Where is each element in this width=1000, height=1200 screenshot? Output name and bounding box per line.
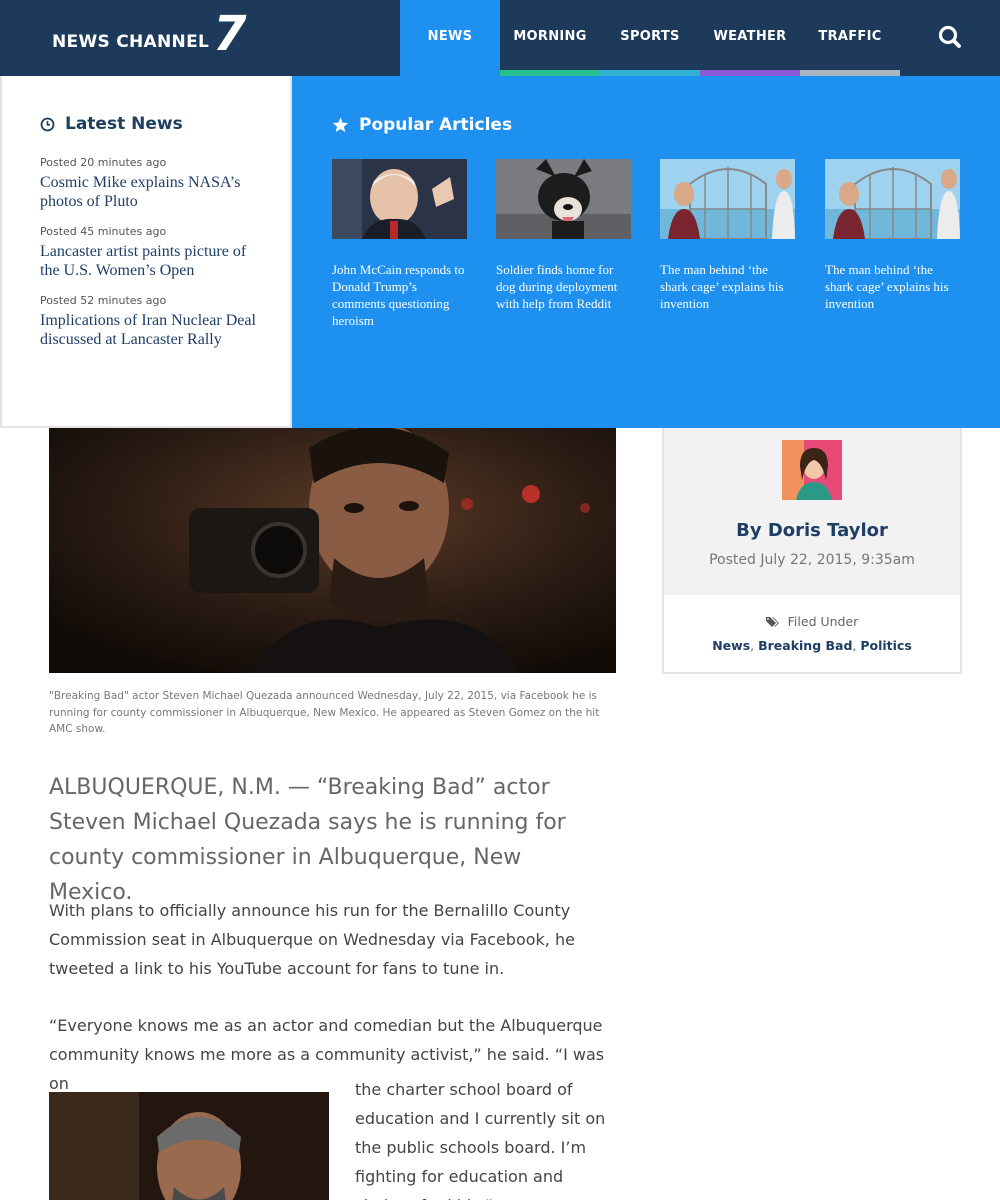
popular-article-card[interactable]: The man behind ‘the shark cage’ explains… bbox=[660, 159, 795, 312]
news-headline[interactable]: Cosmic Mike explains NASA’s photos of Pl… bbox=[40, 173, 260, 211]
star-icon bbox=[332, 117, 349, 133]
nav-label-weather: WEATHER bbox=[713, 29, 787, 44]
tag-link-news[interactable]: News bbox=[712, 638, 750, 653]
tags-icon bbox=[765, 616, 780, 628]
latest-news-heading: Latest News bbox=[40, 114, 183, 134]
inline-photo bbox=[49, 1092, 329, 1200]
nav-label-morning: MORNING bbox=[513, 29, 587, 44]
logo-number: 7 bbox=[213, 6, 247, 62]
search-icon bbox=[938, 25, 961, 48]
article-inline-image[interactable] bbox=[49, 1092, 329, 1200]
article-thumbnail[interactable] bbox=[825, 159, 960, 239]
news-timestamp: Posted 45 minutes ago bbox=[40, 225, 167, 238]
post-date: Posted July 22, 2015, 9:35am bbox=[709, 552, 915, 568]
popular-articles-panel: Popular Articles John McCain responds to… bbox=[292, 76, 1000, 428]
author-card-header: By Doris Taylor Posted July 22, 2015, 9:… bbox=[664, 428, 960, 595]
author-avatar[interactable] bbox=[782, 440, 842, 500]
popular-article-card[interactable]: John McCain responds to Donald Trump’s c… bbox=[332, 159, 467, 329]
article-title[interactable]: John McCain responds to Donald Trump’s c… bbox=[332, 261, 467, 329]
tag-link-breaking-bad[interactable]: Breaking Bad bbox=[758, 638, 852, 653]
clock-icon bbox=[40, 117, 55, 132]
nav-item-morning[interactable]: MORNING bbox=[500, 0, 600, 76]
popular-articles-title: Popular Articles bbox=[359, 115, 513, 135]
popular-article-card[interactable]: Soldier finds home for dog during deploy… bbox=[496, 159, 631, 312]
author-card: By Doris Taylor Posted July 22, 2015, 9:… bbox=[662, 428, 962, 674]
article-thumbnail[interactable] bbox=[332, 159, 467, 239]
tag-list: News, Breaking Bad, Politics bbox=[664, 638, 960, 653]
hero-photo bbox=[49, 428, 616, 673]
nav-label-news: NEWS bbox=[427, 29, 473, 44]
filed-under-label: Filed Under bbox=[664, 614, 960, 629]
logo-text: NEWS CHANNEL bbox=[52, 32, 210, 52]
news-timestamp: Posted 52 minutes ago bbox=[40, 294, 167, 307]
hero-caption: "Breaking Bad" actor Steven Michael Quez… bbox=[49, 690, 600, 735]
news-headline[interactable]: Lancaster artist paints picture of the U… bbox=[40, 242, 260, 280]
list-item[interactable]: Posted 52 minutes ago Implications of Ir… bbox=[40, 294, 260, 349]
news-headline[interactable]: Implications of Iran Nuclear Deal discus… bbox=[40, 311, 260, 349]
article-thumbnail[interactable] bbox=[660, 159, 795, 239]
latest-news-panel: Latest News Posted 20 minutes ago Cosmic… bbox=[0, 76, 292, 428]
article-title[interactable]: The man behind ‘the shark cage’ explains… bbox=[825, 261, 960, 312]
latest-news-list: Posted 20 minutes ago Cosmic Mike explai… bbox=[40, 156, 260, 363]
article-paragraph-3: the charter school board of education an… bbox=[355, 1080, 606, 1200]
latest-news-title: Latest News bbox=[65, 114, 183, 134]
tag-separator: , bbox=[750, 638, 759, 653]
filed-under-text: Filed Under bbox=[787, 614, 859, 629]
site-logo[interactable]: NEWS CHANNEL 7 bbox=[52, 10, 247, 58]
article-title[interactable]: Soldier finds home for dog during deploy… bbox=[496, 261, 631, 312]
nav-item-sports[interactable]: SPORTS bbox=[600, 0, 700, 76]
list-item[interactable]: Posted 45 minutes ago Lancaster artist p… bbox=[40, 225, 260, 280]
news-timestamp: Posted 20 minutes ago bbox=[40, 156, 167, 169]
article-paragraph-1: With plans to officially announce his ru… bbox=[49, 901, 575, 978]
nav-item-weather[interactable]: WEATHER bbox=[700, 0, 800, 76]
article-lede: ALBUQUERQUE, N.M. — “Breaking Bad” actor… bbox=[49, 775, 566, 905]
nav-label-traffic: TRAFFIC bbox=[818, 29, 882, 44]
popular-articles-heading: Popular Articles bbox=[332, 115, 512, 135]
article-thumbnail[interactable] bbox=[496, 159, 631, 239]
nav-item-traffic[interactable]: TRAFFIC bbox=[800, 0, 900, 76]
nav-label-sports: SPORTS bbox=[620, 29, 680, 44]
nav-item-news[interactable]: NEWS bbox=[400, 0, 500, 76]
search-button[interactable] bbox=[930, 18, 970, 58]
list-item[interactable]: Posted 20 minutes ago Cosmic Mike explai… bbox=[40, 156, 260, 211]
tag-link-politics[interactable]: Politics bbox=[860, 638, 911, 653]
article-hero-image[interactable] bbox=[49, 428, 616, 673]
author-photo bbox=[782, 440, 842, 500]
article-title[interactable]: The man behind ‘the shark cage’ explains… bbox=[660, 261, 795, 312]
popular-article-card[interactable]: The man behind ‘the shark cage’ explains… bbox=[825, 159, 960, 312]
author-name[interactable]: By Doris Taylor bbox=[664, 520, 960, 541]
top-navigation-bar: NEWS CHANNEL 7 NEWS MORNING SPORTS WEATH… bbox=[0, 0, 1000, 76]
